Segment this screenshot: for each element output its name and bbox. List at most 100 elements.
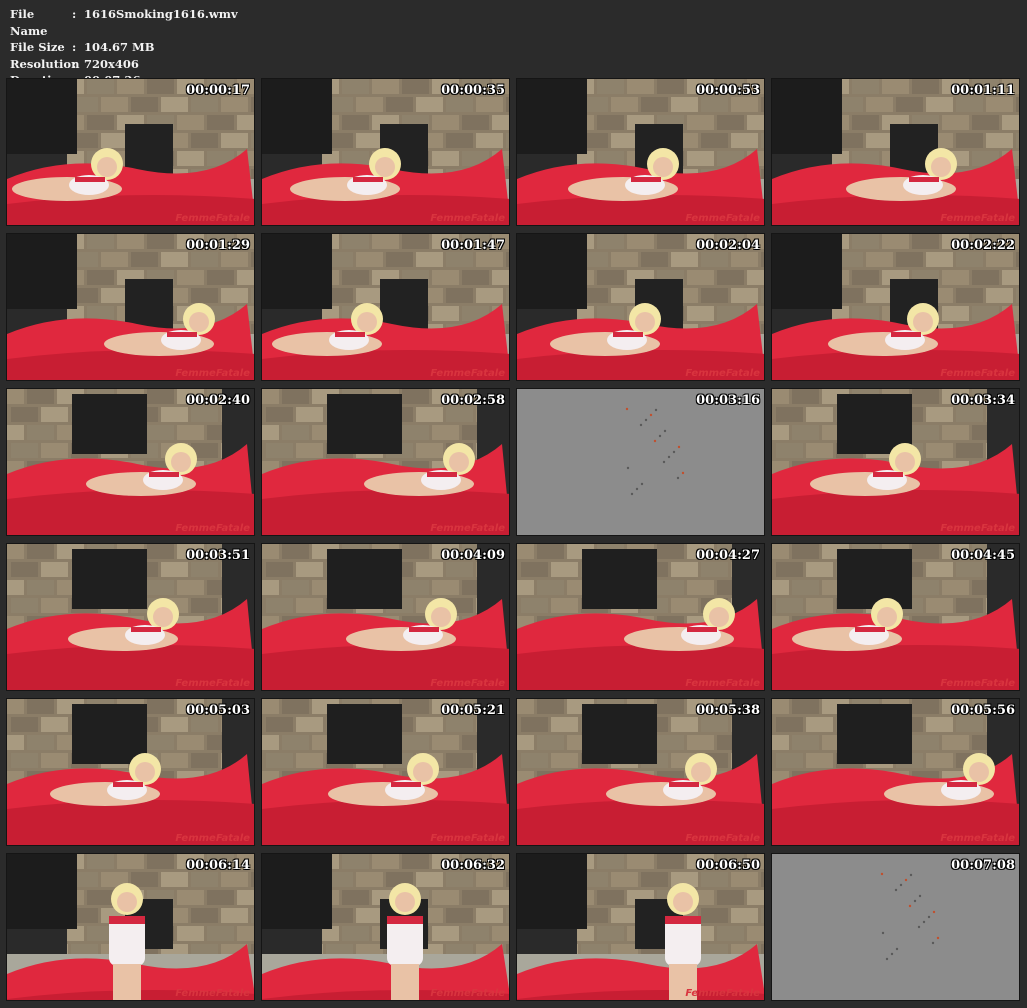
wall-stone (27, 389, 54, 404)
ruffle (75, 177, 105, 182)
ruffle (891, 332, 921, 337)
face (413, 762, 433, 782)
thumbnail[interactable]: FemmeFatale 00:00:35 (261, 78, 510, 226)
wall-stone (266, 443, 293, 458)
thumbnail[interactable]: FemmeFatale 00:06:14 (6, 853, 255, 1001)
wall-stone (462, 926, 489, 941)
wall-stone (772, 699, 789, 714)
wall-stone (806, 753, 833, 768)
wall-stone (266, 753, 293, 768)
wall-stone (641, 252, 668, 267)
thumbnail[interactable]: FemmeFatale 00:02:40 (6, 388, 255, 536)
wall-stone (131, 97, 158, 112)
wall-stone (177, 151, 204, 166)
thumbnail-frame: FemmeFatale (517, 699, 764, 845)
artifact-speck (663, 429, 667, 433)
wall-stone (1002, 115, 1019, 130)
wall-stone (701, 133, 728, 148)
wall-stone (956, 288, 983, 303)
timestamp: 00:06:50 (696, 858, 760, 873)
wall-stone (476, 288, 503, 303)
thumbnail[interactable]: FemmeFatale 00:02:22 (771, 233, 1020, 381)
thumbnail[interactable]: FemmeFatale 00:04:45 (771, 543, 1020, 691)
watermark-text: FemmeFatale (685, 678, 760, 689)
thumbnail[interactable]: FemmeFatale 00:06:50 (516, 853, 765, 1001)
wall-stone (432, 115, 459, 130)
wall-stone (792, 389, 819, 404)
wall-stone (147, 735, 174, 750)
thumbnail-frame: FemmeFatale (7, 79, 254, 225)
wall-stone (191, 97, 218, 112)
wall-stone (41, 407, 68, 422)
wall-stone (1002, 270, 1019, 285)
thumbnail[interactable]: FemmeFatale 00:02:04 (516, 233, 765, 381)
wall-stone (342, 115, 369, 130)
ruffle (109, 916, 145, 924)
thumbnail[interactable]: FemmeFatale 00:05:21 (261, 698, 510, 846)
wall-stone (131, 872, 158, 887)
wall-stone (131, 252, 158, 267)
timestamp: 00:00:17 (186, 83, 250, 98)
thumbnail[interactable]: FemmeFatale 00:01:11 (771, 78, 1020, 226)
tv-screen (517, 79, 587, 154)
wall-stone (986, 288, 1013, 303)
wall-stone (221, 908, 248, 923)
artifact-speck (927, 915, 931, 919)
wall-stone (446, 97, 473, 112)
wall-stone (191, 562, 218, 577)
wall-stone (517, 580, 534, 595)
wall-stone (191, 908, 218, 923)
wall-stone (207, 926, 234, 941)
wall-stone (101, 97, 128, 112)
thumbnail[interactable]: FemmeFatale 00:05:56 (771, 698, 1020, 846)
watermark-text: FemmeFatale (175, 988, 250, 999)
wall-stone (296, 598, 323, 613)
wall-stone (282, 735, 309, 750)
wall-stone (942, 270, 969, 285)
ruffle (909, 177, 939, 182)
timestamp: 00:03:34 (951, 393, 1015, 408)
thumbnail[interactable]: FemmeFatale 00:02:58 (261, 388, 510, 536)
wall-stone (251, 252, 254, 267)
thumbnail[interactable]: FemmeFatale 00:00:17 (6, 78, 255, 226)
thumbnail[interactable]: FemmeFatale 00:06:32 (261, 853, 510, 1001)
wall-stone (476, 908, 503, 923)
ruffle (427, 472, 457, 477)
thumbnail[interactable]: 00:07:08 (771, 853, 1020, 1001)
wall-stone (416, 443, 443, 458)
wall-stone (462, 115, 489, 130)
watermark-text: FemmeFatale (685, 988, 760, 999)
artifact-speck (649, 413, 653, 417)
thumbnail[interactable]: FemmeFatale 00:03:34 (771, 388, 1020, 536)
wall-stone (446, 252, 473, 267)
wall-stone (687, 270, 714, 285)
thumbnail[interactable]: FemmeFatale 00:03:51 (6, 543, 255, 691)
wall-stone (792, 699, 819, 714)
thumbnail[interactable]: 00:03:16 (516, 388, 765, 536)
thumbnail[interactable]: FemmeFatale 00:04:09 (261, 543, 510, 691)
thumbnail[interactable]: FemmeFatale 00:05:03 (6, 698, 255, 846)
wall-stone (237, 890, 254, 905)
face (895, 452, 915, 472)
wall-stone (476, 252, 503, 267)
face (969, 762, 989, 782)
thumbnail[interactable]: FemmeFatale 00:05:38 (516, 698, 765, 846)
watermark-text: FemmeFatale (940, 523, 1015, 534)
thumbnail[interactable]: FemmeFatale 00:01:47 (261, 233, 510, 381)
wall-stone (986, 97, 1013, 112)
watermark-text: FemmeFatale (430, 368, 505, 379)
wall-stone (1016, 288, 1019, 303)
wall-stone (262, 699, 279, 714)
thumbnail-frame: FemmeFatale (772, 699, 1019, 845)
wall-stone (221, 872, 248, 887)
thumbnail[interactable]: FemmeFatale 00:01:29 (6, 233, 255, 381)
wall-stone (701, 908, 728, 923)
wall-stone (221, 252, 248, 267)
thumbnail[interactable]: FemmeFatale 00:04:27 (516, 543, 765, 691)
wall-stone (262, 425, 279, 440)
wall-stone (611, 908, 638, 923)
face (931, 157, 951, 177)
wall-stone (671, 717, 698, 732)
thumbnail[interactable]: FemmeFatale 00:00:53 (516, 78, 765, 226)
wall-stone (776, 598, 803, 613)
